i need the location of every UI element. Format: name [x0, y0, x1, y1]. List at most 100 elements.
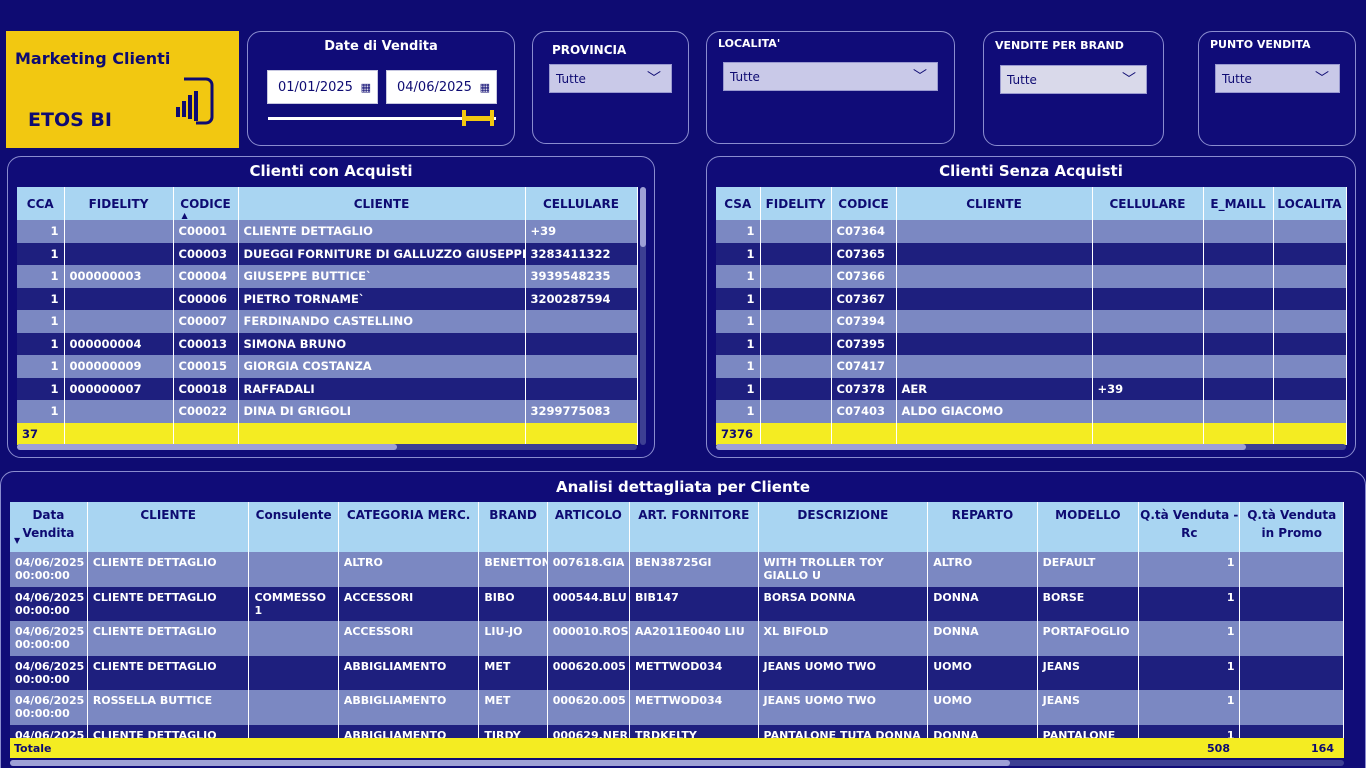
col-header-consulente[interactable]: Consulente: [248, 502, 339, 552]
brand-dropdown[interactable]: Tutte ﹀: [1000, 65, 1147, 94]
table-cell: BEN38725GI: [629, 552, 759, 587]
table-row[interactable]: 1 C00022 DINA DI GRIGOLI 3299775083: [17, 400, 638, 423]
table-cell: PIETRO TORNAME`: [238, 287, 526, 310]
table-cell: ALTRO: [338, 552, 480, 587]
table-cell: [760, 287, 832, 310]
col-header-articolo[interactable]: ARTICOLO: [547, 502, 631, 552]
table-row[interactable]: 1 C00006 PIETRO TORNAME` 3200287594: [17, 287, 638, 310]
table-row[interactable]: 1 C07417: [716, 355, 1347, 378]
table-cell: C07367: [831, 287, 897, 310]
table-cell: SIMONA BRUNO: [238, 332, 526, 355]
table-cell: 1: [1138, 552, 1241, 587]
vertical-scrollbar[interactable]: [640, 187, 646, 445]
date-filter-panel: Date di Vendita 01/01/2025 ▦ 04/06/2025 …: [247, 31, 515, 146]
col-header-categoria[interactable]: CATEGORIA MERC.: [338, 502, 480, 552]
slider-handle-right[interactable]: [490, 110, 494, 126]
table-row[interactable]: 1 C07366: [716, 265, 1347, 288]
col-header-brand[interactable]: BRAND: [478, 502, 548, 552]
sort-descending-icon: ▼: [14, 536, 21, 545]
table-cell: METTWOD034: [629, 655, 759, 690]
table-row[interactable]: 1 C07367: [716, 287, 1347, 310]
table-cell: MET: [478, 690, 548, 725]
col-header-descrizione[interactable]: DESCRIZIONE: [758, 502, 929, 552]
table-cell: [525, 332, 638, 355]
provincia-filter-panel: PROVINCIA Tutte ﹀: [532, 31, 689, 144]
col-header-codice[interactable]: CODICE ▲: [173, 187, 239, 220]
punto-vendita-dropdown[interactable]: Tutte ﹀: [1215, 64, 1340, 93]
clienti-con-acquisti-table: CCA FIDELITY CODICE ▲ CLIENTE CELLULARE 1…: [17, 187, 638, 445]
table-cell: C00001: [173, 220, 239, 243]
table-cell: XL BIFOLD: [758, 621, 929, 656]
table-cell: 1: [17, 265, 65, 288]
table-cell: C07417: [831, 355, 897, 378]
col-header-qta-rc[interactable]: Q.tà Venduta - Rc: [1138, 502, 1241, 552]
table-row[interactable]: 1 C00003 DUEGGI FORNITURE DI GALLUZZO GIUS…: [17, 242, 638, 265]
table-cell: 1: [17, 332, 65, 355]
horizontal-scrollbar[interactable]: [17, 444, 637, 450]
horizontal-scrollbar[interactable]: [716, 444, 1346, 450]
table-row[interactable]: 1 C07378 AER +39: [716, 377, 1347, 400]
localita-dropdown[interactable]: Tutte ﹀: [723, 62, 938, 91]
date-from-input[interactable]: 01/01/2025 ▦: [267, 70, 378, 104]
col-header-cliente[interactable]: CLIENTE: [896, 187, 1093, 220]
table-row[interactable]: 1 000000004 C00013 SIMONA BRUNO: [17, 332, 638, 355]
table-row[interactable]: 04/06/2025 00:00:00 CLIENTE DETTAGLIO ACCE…: [10, 621, 1344, 656]
table-row[interactable]: 1 C00007 FERDINANDO CASTELLINO: [17, 310, 638, 333]
date-to-input[interactable]: 04/06/2025 ▦: [386, 70, 497, 104]
col-header-localita[interactable]: LOCALITA: [1273, 187, 1347, 220]
table-row[interactable]: 1 000000003 C00004 GIUSEPPE BUTTICE` 3939548…: [17, 265, 638, 288]
col-header-codice[interactable]: CODICE: [831, 187, 897, 220]
col-header-csa[interactable]: CSA: [716, 187, 761, 220]
total-count: 37: [17, 422, 65, 445]
brand-logo-tile: Marketing Clienti ETOS BI: [6, 31, 239, 148]
col-header-cellulare[interactable]: CELLULARE: [525, 187, 638, 220]
col-header-data-vendita[interactable]: Data Vendita ▼: [10, 502, 88, 552]
table-cell: [1092, 220, 1204, 243]
table-cell: CLIENTE DETTAGLIO: [87, 552, 250, 587]
table-row[interactable]: 1 C07364: [716, 220, 1347, 243]
table-row[interactable]: 1 C07395: [716, 332, 1347, 355]
table-cell: [896, 287, 1093, 310]
calendar-icon[interactable]: ▦: [361, 71, 371, 105]
col-header-reparto[interactable]: REPARTO: [927, 502, 1038, 552]
col-header-modello[interactable]: MODELLO: [1037, 502, 1140, 552]
provincia-dropdown[interactable]: Tutte ﹀: [549, 64, 672, 93]
table-cell: C00003: [173, 242, 239, 265]
date-to-value: 04/06/2025: [397, 80, 472, 95]
col-header-cca[interactable]: CCA: [17, 187, 65, 220]
table-row[interactable]: 1 C07365: [716, 242, 1347, 265]
table-cell: 3283411322: [525, 242, 638, 265]
table-row[interactable]: 04/06/2025 00:00:00 CLIENTE DETTAGLIO COMM…: [10, 586, 1344, 621]
col-header-cellulare[interactable]: CELLULARE: [1092, 187, 1204, 220]
table-row[interactable]: 1 C07403 ALDO GIACOMO: [716, 400, 1347, 423]
table-cell: 1: [716, 265, 761, 288]
table-cell: C00015: [173, 355, 239, 378]
col-header-email[interactable]: E_MAILL: [1203, 187, 1274, 220]
provincia-title: PROVINCIA: [552, 43, 627, 57]
col-header-art-fornitore[interactable]: ART. FORNITORE: [629, 502, 759, 552]
col-header-cliente[interactable]: CLIENTE: [87, 502, 250, 552]
punto-vendita-value: Tutte: [1222, 72, 1252, 86]
table-cell: BORSA DONNA: [758, 586, 929, 621]
col-header-qta-promo[interactable]: Q.tà Venduta in Promo: [1239, 502, 1344, 552]
table-cell: 1: [17, 287, 65, 310]
table-row[interactable]: 1 000000007 C00018 RAFFADALI: [17, 377, 638, 400]
table-row[interactable]: 04/06/2025 00:00:00 CLIENTE DETTAGLIO ABBI…: [10, 655, 1344, 690]
table-cell: [64, 400, 174, 423]
table-cell: 000000007: [64, 377, 174, 400]
table-cell: [248, 621, 339, 656]
app-subtitle: ETOS BI: [28, 109, 112, 131]
table-row[interactable]: 04/06/2025 00:00:00 CLIENTE DETTAGLIO ALTR…: [10, 552, 1344, 587]
calendar-icon[interactable]: ▦: [480, 71, 490, 105]
table-cell: [64, 422, 174, 445]
horizontal-scrollbar[interactable]: [10, 760, 1344, 766]
col-header-cliente[interactable]: CLIENTE: [238, 187, 526, 220]
table-row[interactable]: 1 C07394: [716, 310, 1347, 333]
table-row[interactable]: 1 000000009 C00015 GIORGIA COSTANZA: [17, 355, 638, 378]
brand-value: Tutte: [1007, 73, 1037, 87]
table-row[interactable]: 04/06/2025 00:00:00 ROSSELLA BUTTICE ABBIG…: [10, 690, 1344, 725]
col-header-fidelity[interactable]: FIDELITY: [760, 187, 832, 220]
col-header-fidelity[interactable]: FIDELITY: [64, 187, 174, 220]
table-row[interactable]: 1 C00001 CLIENTE DETTAGLIO +39: [17, 220, 638, 243]
table-cell: [1239, 586, 1344, 621]
